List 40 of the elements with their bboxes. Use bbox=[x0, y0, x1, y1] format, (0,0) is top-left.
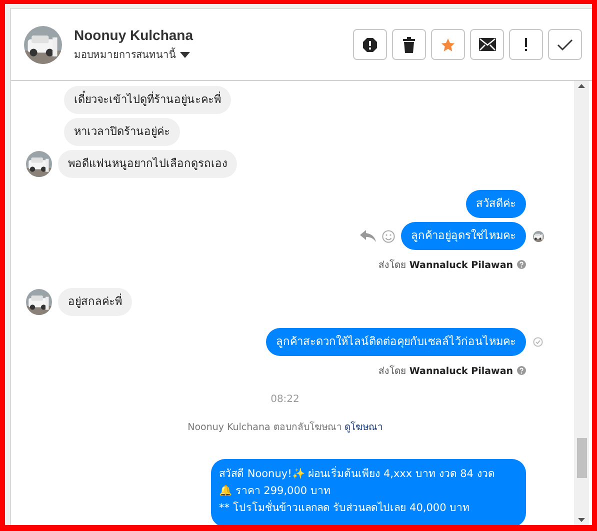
incoming-message: เดี๋ยวจะเข้าไปดูที่ร้านอยู่นะคะพี่ bbox=[64, 86, 231, 114]
view-ad-link[interactable]: ดูโฆษณา bbox=[344, 422, 382, 433]
avatar bbox=[532, 230, 544, 242]
delete-button[interactable] bbox=[392, 29, 426, 60]
outgoing-message: สวัสดี Noonuy!✨ ผ่อนเริ่มต้นเพียง 4,xxx บาท งวด 84 งวด 🔔 ราคา 299,000 บาท ** โปรโมชั่นข้าวแลกลด รับส่วนลดไปเลย 40,000 บาท bbox=[211, 459, 526, 525]
contact-name: Noonuy Kulchana bbox=[74, 27, 194, 43]
help-icon[interactable] bbox=[517, 260, 526, 269]
timestamp: 08:22 bbox=[270, 394, 300, 405]
check-icon bbox=[557, 38, 573, 50]
scroll-up-icon bbox=[578, 84, 585, 88]
reply-icon[interactable] bbox=[360, 230, 376, 242]
outgoing-message: ลูกค้าสะดวกให้ไลน์ติดต่อคุยกับเซลล์ไว้ก่อนไหมคะ bbox=[266, 328, 526, 356]
star-button[interactable] bbox=[431, 29, 465, 60]
sent-by-label: ส่งโดย Wannaluck Pilawan bbox=[378, 258, 513, 272]
done-button[interactable] bbox=[548, 29, 582, 60]
caret-icon bbox=[180, 52, 190, 58]
ad-reply-notice: Noonuy Kulchana ตอบกลับโฆษณา ดูโฆษณา bbox=[188, 420, 382, 434]
avatar bbox=[26, 289, 52, 315]
trash-icon bbox=[402, 36, 416, 52]
spam-button[interactable] bbox=[353, 29, 387, 60]
incoming-message: พอดีแฟนหนูอยากไปเลือกดูรถเอง bbox=[58, 150, 237, 178]
alert-octagon-icon bbox=[362, 36, 378, 52]
important-button[interactable] bbox=[509, 29, 543, 60]
envelope-icon bbox=[478, 38, 496, 51]
assign-dropdown[interactable]: มอบหมายการสนทนานี้ bbox=[74, 47, 341, 62]
exclamation-icon bbox=[524, 38, 528, 52]
help-icon[interactable] bbox=[517, 366, 526, 375]
scroll-thumb[interactable] bbox=[576, 438, 586, 478]
delivered-icon bbox=[533, 337, 543, 347]
scroll-down-icon bbox=[578, 518, 585, 522]
incoming-message: อยู่สกลค่ะพี่ bbox=[58, 288, 132, 316]
outgoing-message: สวัสดีค่ะ bbox=[466, 190, 526, 218]
unread-button[interactable] bbox=[470, 29, 504, 60]
outgoing-message: ลูกค้าอยู่อุดรใช่ไหมคะ bbox=[401, 222, 526, 250]
smiley-icon[interactable] bbox=[382, 230, 395, 242]
incoming-message: หาเวลาปิดร้านอยู่ค่ะ bbox=[64, 118, 180, 146]
avatar bbox=[24, 26, 62, 64]
star-icon bbox=[440, 36, 456, 52]
avatar bbox=[26, 151, 52, 177]
sent-by-label: ส่งโดย Wannaluck Pilawan bbox=[378, 364, 513, 378]
